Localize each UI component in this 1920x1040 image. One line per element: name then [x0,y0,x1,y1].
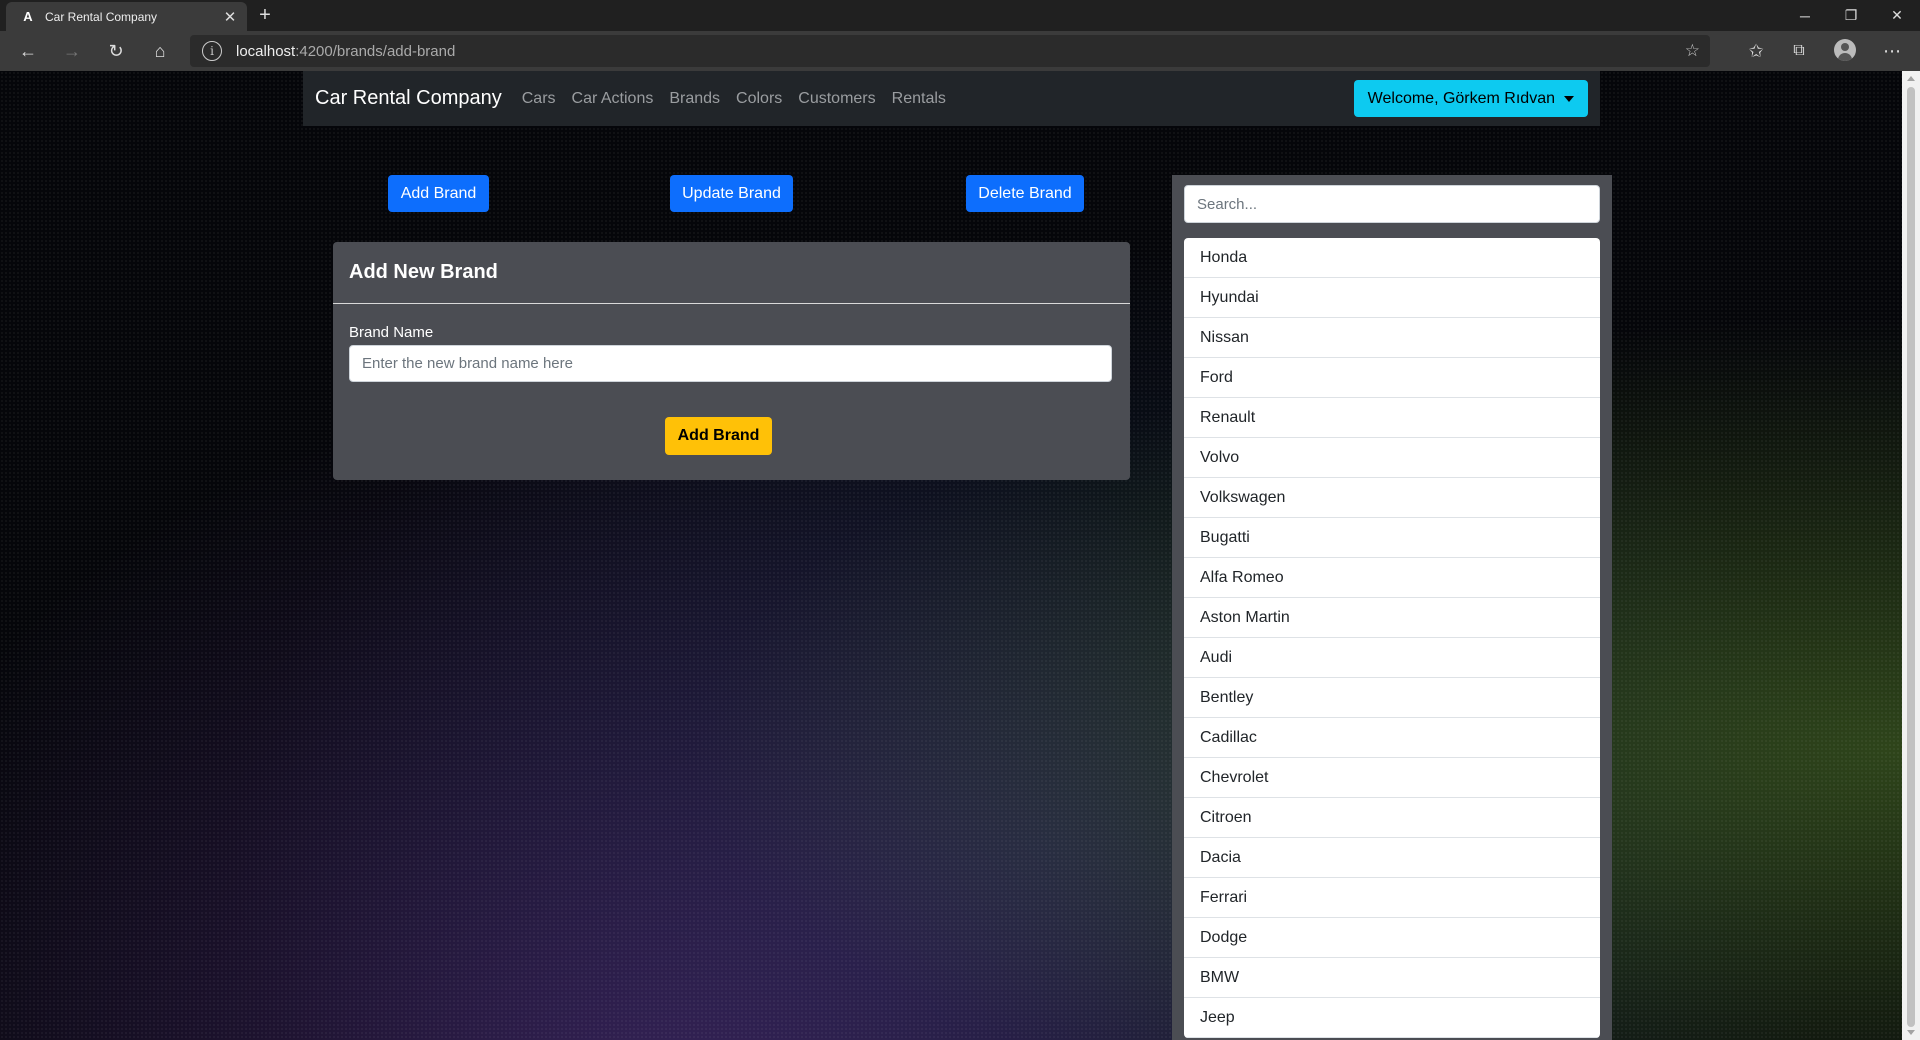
brand-list-item[interactable]: BMW [1184,958,1600,998]
new-tab-icon[interactable]: + [253,3,277,27]
brand-list-item[interactable]: Ford [1184,358,1600,398]
nav-link-customers[interactable]: Customers [798,90,875,108]
profile-avatar-icon[interactable] [1834,39,1856,61]
browser-tab[interactable]: A Car Rental Company ✕ [6,2,247,31]
navbar-brand[interactable]: Car Rental Company [315,87,502,110]
brand-list-panel: HondaHyundaiNissanFordRenaultVolvoVolksw… [1172,175,1612,1040]
favorites-icon[interactable]: ✩ [1740,37,1772,65]
submit-add-brand-button[interactable]: Add Brand [665,417,772,455]
nav-link-colors[interactable]: Colors [736,90,782,108]
angular-icon: A [23,9,33,24]
refresh-icon[interactable]: ↻ [100,37,132,65]
add-brand-tab-button[interactable]: Add Brand [388,175,489,212]
caret-down-icon [1564,95,1574,102]
brand-list-item[interactable]: Jeep [1184,998,1600,1038]
brand-list-item[interactable]: Bentley [1184,678,1600,718]
brand-list-item[interactable]: Bugatti [1184,518,1600,558]
card-title: Add New Brand [349,261,498,283]
brand-list-item[interactable]: Dacia [1184,838,1600,878]
brand-list-item[interactable]: Chevrolet [1184,758,1600,798]
forward-icon[interactable]: → [56,37,88,65]
url-text: localhost:4200/brands/add-brand [236,42,456,60]
page-scrollbar[interactable] [1902,71,1920,1040]
add-favorite-icon[interactable]: ☆ [1685,41,1700,61]
brand-list-item[interactable]: Citroen [1184,798,1600,838]
brand-name-label: Brand Name [349,324,434,341]
user-menu-button[interactable]: Welcome, Görkem Rıdvan [1353,80,1588,117]
brand-list-item[interactable]: Dodge [1184,918,1600,958]
brand-list-item[interactable]: Volkswagen [1184,478,1600,518]
more-icon[interactable]: ⋯ [1876,37,1908,65]
browser-tab-bar: A Car Rental Company ✕ + ─ ❐ ✕ [0,0,1920,31]
delete-brand-tab-button[interactable]: Delete Brand [966,175,1084,212]
nav-link-brands[interactable]: Brands [669,90,720,108]
scroll-up-icon[interactable] [1907,76,1915,81]
nav-link-rentals[interactable]: Rentals [892,90,946,108]
brand-list-item[interactable]: Ferrari [1184,878,1600,918]
brand-list-item[interactable]: Volvo [1184,438,1600,478]
back-icon[interactable]: ← [12,37,44,65]
brand-list-item[interactable]: Nissan [1184,318,1600,358]
navbar: Car Rental Company Cars Car Actions Bran… [303,71,1600,126]
card-header: Add New Brand [333,242,1130,304]
brand-list-item[interactable]: Audi [1184,638,1600,678]
minimize-icon[interactable]: ─ [1782,0,1828,31]
close-tab-icon[interactable]: ✕ [219,8,241,26]
brand-list-item[interactable]: Alfa Romeo [1184,558,1600,598]
tab-title: Car Rental Company [45,9,158,24]
page-content: Car Rental Company Cars Car Actions Bran… [0,71,1902,1040]
close-window-icon[interactable]: ✕ [1874,0,1920,31]
update-brand-tab-button[interactable]: Update Brand [670,175,793,212]
brand-list-item[interactable]: Renault [1184,398,1600,438]
home-icon[interactable]: ⌂ [144,37,176,65]
nav-link-car-actions[interactable]: Car Actions [572,90,654,108]
scrollbar-thumb[interactable] [1907,87,1915,1027]
browser-toolbar: ← → ↻ ⌂ i localhost:4200/brands/add-bran… [0,31,1920,71]
brand-search-input[interactable] [1184,185,1600,223]
brand-list: Honda Hyundai Nissan Ford Renault Volvo Volksw… [1184,238,1600,1038]
brand-list-item[interactable]: Hyundai [1184,278,1600,318]
nav-link-cars[interactable]: Cars [522,90,556,108]
collections-icon[interactable]: ⧉ [1783,37,1815,65]
welcome-label: Welcome, Görkem Rıdvan [1367,89,1555,107]
address-bar[interactable]: i localhost:4200/brands/add-brand ☆ [190,35,1710,67]
restore-icon[interactable]: ❐ [1828,0,1874,31]
brand-list-item[interactable]: Cadillac [1184,718,1600,758]
brand-list-item[interactable]: Aston Martin [1184,598,1600,638]
site-info-icon[interactable]: i [202,41,222,61]
brand-name-input[interactable] [349,345,1112,382]
brand-list-item[interactable]: Honda [1184,238,1600,278]
scroll-down-icon[interactable] [1907,1030,1915,1035]
